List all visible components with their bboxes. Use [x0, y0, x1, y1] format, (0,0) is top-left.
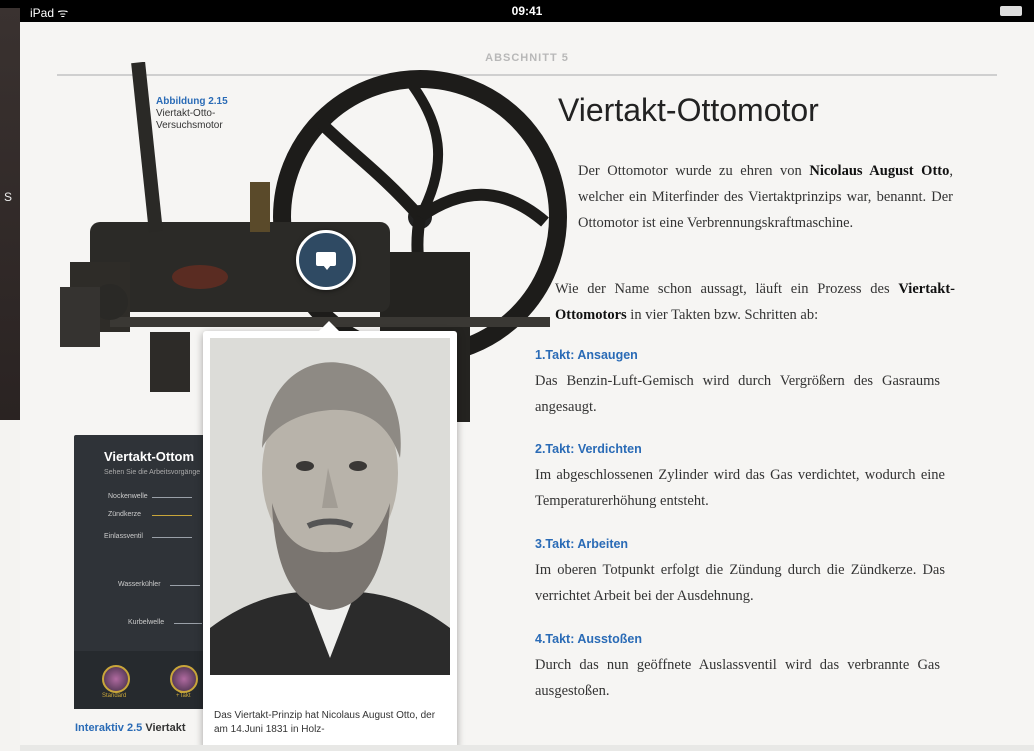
widget-label: Kurbelwelle — [128, 619, 165, 626]
step-heading: 3.Takt: Arbeiten — [535, 537, 629, 551]
step-text: Durch das nun geöffnete Auslassventil wi… — [535, 657, 940, 699]
widget-leader-line — [152, 537, 192, 538]
figure-number: Abbildung 2.15 — [156, 96, 228, 107]
speech-bubble-icon — [316, 252, 336, 266]
widget-leader-line — [152, 515, 192, 516]
widget-knob-label: +Takt — [176, 693, 191, 699]
ibooks-page: S ABSCHNITT 5 Abbildung 2.15 Viertakt-Ot… — [0, 0, 1034, 751]
widget-leader-line — [152, 497, 192, 498]
widget-subtitle: Sehen Sie die Arbeitsvorgänge — [104, 469, 201, 476]
speech-bubble-tail — [323, 265, 331, 270]
popover-caption: Das Viertakt-Prinzip hat Nicolaus August… — [214, 710, 436, 735]
article-title: Viertakt-Ottomotor — [558, 92, 819, 128]
interactive-title: Viertakt — [145, 722, 186, 734]
image-popover[interactable]: Das Viertakt-Prinzip hat Nicolaus August… — [203, 321, 457, 749]
widget-knob[interactable] — [170, 665, 198, 693]
widget-knob[interactable] — [102, 665, 130, 693]
interactive-number: Interaktiv 2.5 — [75, 722, 143, 734]
step-heading: 1.Takt: Ansaugen — [535, 348, 638, 362]
intro-paragraph: Der Ottomotor wurde zu ehren von Nicolau… — [578, 158, 953, 236]
portrait-illustration — [210, 338, 450, 675]
widget-leader-line — [170, 585, 200, 586]
para2-text-1: Wie der Name schon aussagt, läuft ein Pr… — [555, 281, 899, 297]
figure-caption-line2: Versuchsmotor — [156, 120, 223, 131]
step-text: Das Benzin-Luft-Gemisch wird durch Vergr… — [535, 373, 940, 415]
step-heading: 2.Takt: Verdichten — [535, 442, 642, 456]
figure-caption-line1: Viertakt-Otto- — [156, 108, 216, 119]
popover-hotspot-button[interactable] — [296, 230, 356, 290]
top-left-cover — [0, 0, 330, 8]
popover-arrow — [318, 321, 340, 332]
widget-knob-label: Standard — [102, 693, 127, 699]
widget-label: Wasserkühler — [118, 581, 161, 588]
portrait-photo — [210, 338, 450, 675]
page-footer-edge — [20, 745, 1034, 751]
widget-label: Zündkerze — [108, 511, 142, 518]
book-page: ABSCHNITT 5 Abbildung 2.15 Viertakt-Otto… — [20, 22, 1034, 751]
widget-label: Einlassventil — [104, 533, 143, 540]
previous-page-edge: S — [0, 0, 20, 420]
intro-text-1: Der Ottomotor wurde zu ehren von — [578, 163, 810, 179]
battery-icon — [1000, 6, 1022, 16]
para2-text-2: in vier Takten bzw. Schritten ab: — [626, 307, 819, 323]
widget-leader-line — [174, 623, 202, 624]
intro-bold: Nicolaus August Otto — [809, 163, 950, 179]
step-text: Im oberen Totpunkt erfolgt die Zündung d… — [535, 562, 945, 604]
widget-title: Viertakt-Ottom — [104, 449, 195, 464]
step-text: Im abgeschlossenen Zylinder wird das Gas… — [535, 467, 945, 509]
step-heading: 4.Takt: Ausstoßen — [535, 632, 642, 646]
widget-label: Nockenwelle — [108, 493, 148, 500]
figure-caption: Abbildung 2.15 Viertakt-Otto- Versuchsmo… — [156, 96, 228, 132]
process-paragraph: Wie der Name schon aussagt, läuft ein Pr… — [555, 276, 955, 328]
interactive-caption: Interaktiv 2.5 Viertakt — [75, 722, 185, 734]
